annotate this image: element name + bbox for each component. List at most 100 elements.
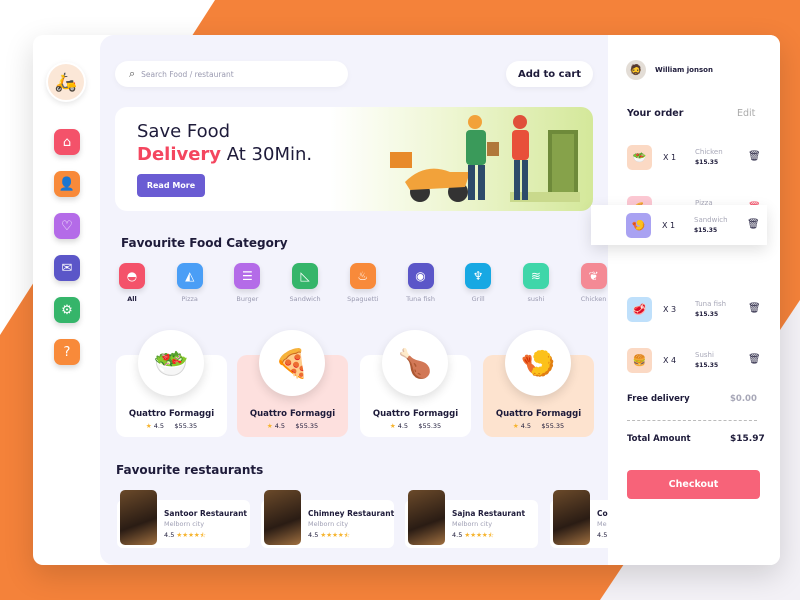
- settings-icon[interactable]: ⚙: [54, 297, 80, 323]
- free-delivery-value: $0.00: [730, 394, 757, 404]
- avatar[interactable]: 🧔: [626, 60, 646, 80]
- order-item-image: 🥩: [627, 297, 652, 322]
- food-price: $55.35: [295, 422, 319, 430]
- app-window: 🛵 ⌂ 👤 ♡ ✉ ⚙ ? ⌕ Search Food / restaurant …: [33, 35, 780, 565]
- search-placeholder: Search Food / restaurant: [141, 69, 234, 79]
- food-card[interactable]: 🍕 Quattro Formaggi ★ 4.5 $55.35: [237, 330, 348, 437]
- star-icon: ★: [266, 422, 273, 430]
- order-qty: X 4: [663, 356, 677, 365]
- restaurant-rating: 4.5 ★★★★⯪: [164, 531, 206, 542]
- category-8[interactable]: ❦ Chicken: [569, 263, 608, 303]
- food-meta: ★ 4.5 $55.35: [237, 422, 348, 430]
- edit-button[interactable]: Edit: [737, 108, 755, 119]
- read-more-button[interactable]: Read More: [137, 174, 205, 197]
- trash-icon[interactable]: 🗑: [748, 354, 761, 365]
- order-item-name: Sandwich: [694, 216, 728, 224]
- categories-title: Favourite Food Category: [121, 236, 288, 250]
- category-7[interactable]: ≋ sushi: [511, 263, 561, 303]
- order-item-image: 🍔: [627, 348, 652, 373]
- order-panel: 🧔 William jonson Your order Edit 🥗 X 1 C…: [608, 35, 780, 565]
- food-name: Quattro Formaggi: [495, 409, 582, 419]
- heart-icon[interactable]: ♡: [54, 213, 80, 239]
- restaurant-city: Me: [597, 520, 607, 528]
- food-price: $55.35: [174, 422, 198, 430]
- restaurant-card[interactable]: Co Me 4.5 ★★★★⯪: [550, 490, 608, 548]
- trash-icon[interactable]: 🗑: [748, 303, 761, 314]
- order-qty: X 1: [662, 221, 676, 230]
- category-label: Grill: [471, 295, 485, 303]
- category-5[interactable]: ◉ Tuna fish: [396, 263, 446, 303]
- trash-icon[interactable]: 🗑: [747, 219, 760, 230]
- search-input[interactable]: ⌕ Search Food / restaurant: [115, 61, 348, 87]
- rating-value: 4.5: [308, 531, 319, 539]
- logo[interactable]: 🛵: [46, 62, 86, 102]
- home-icon[interactable]: ⌂: [54, 129, 80, 155]
- food-card[interactable]: 🥗 Quattro Formaggi ★ 4.5 $55.35: [116, 330, 227, 437]
- star-icon: ★: [512, 422, 519, 430]
- chicken-icon: ❦: [580, 263, 607, 289]
- user-icon[interactable]: 👤: [54, 171, 80, 197]
- category-3[interactable]: ◺ Sandwich: [280, 263, 330, 303]
- mail-icon[interactable]: ✉: [54, 255, 80, 281]
- order-item[interactable]: 🍔 X 4 Sushi $15.35 🗑: [608, 340, 780, 380]
- restaurant-city: Melborn city: [452, 520, 493, 528]
- free-delivery-label: Free delivery: [627, 394, 690, 404]
- fish-icon: ◉: [407, 263, 434, 289]
- category-1[interactable]: ◭ Pizza: [165, 263, 215, 303]
- trash-icon[interactable]: 🗑: [748, 151, 761, 162]
- restaurant-city: Melborn city: [308, 520, 349, 528]
- restaurant-image: [120, 490, 157, 545]
- order-item-image: 🍤: [626, 213, 651, 238]
- banner-subtitle: Delivery At 30Min.: [137, 144, 312, 165]
- food-image: 🥗: [138, 330, 204, 396]
- order-qty: X 3: [663, 305, 677, 314]
- order-item[interactable]: 🥗 X 1 Chicken $15.35 🗑: [608, 137, 780, 177]
- restaurant-card[interactable]: Santoor Restaurant Melborn city 4.5 ★★★★…: [117, 490, 250, 548]
- restaurant-name: Chimney Restaurant: [308, 509, 395, 518]
- category-label: Tuna fish: [406, 295, 435, 303]
- main-content: ⌕ Search Food / restaurant Add to cart Sa…: [100, 35, 608, 565]
- order-title: Your order: [627, 108, 684, 119]
- sidebar: 🛵 ⌂ 👤 ♡ ✉ ⚙ ?: [33, 35, 100, 565]
- food-image: 🍗: [382, 330, 448, 396]
- user-name: William jonson: [655, 66, 713, 74]
- food-meta: ★ 4.5 $55.35: [360, 422, 471, 430]
- banner-title: Save Food: [137, 121, 231, 142]
- promo-banner: Save Food Delivery At 30Min. Read More: [115, 107, 593, 211]
- divider: [627, 420, 757, 421]
- food-image: 🍕: [259, 330, 325, 396]
- burger-icon: ☰: [234, 263, 261, 289]
- order-item-dragging[interactable]: 🍤 X 1 Sandwich $15.35 🗑: [591, 205, 767, 245]
- order-item[interactable]: 🥩 X 3 Tuna fish $15.35 🗑: [608, 289, 780, 329]
- star-icon: ★: [145, 422, 152, 430]
- food-name: Quattro Formaggi: [249, 409, 336, 419]
- order-item-name: Sushi: [695, 351, 714, 359]
- order-item-price: $15.35: [695, 362, 719, 369]
- total-label: Total Amount: [627, 434, 691, 444]
- order-item-price: $15.35: [695, 311, 719, 318]
- order-item-price: $15.35: [694, 227, 718, 234]
- restaurant-card[interactable]: Sajna Restaurant Melborn city 4.5 ★★★★⯪: [405, 490, 538, 548]
- category-label: All: [127, 295, 137, 303]
- order-qty: X 1: [663, 153, 677, 162]
- sandwich-icon: ◺: [292, 263, 319, 289]
- cloche-icon: ◓: [119, 263, 145, 289]
- restaurant-image: [264, 490, 301, 545]
- order-item-price: $15.35: [695, 159, 719, 166]
- category-2[interactable]: ☰ Burger: [222, 263, 272, 303]
- food-card[interactable]: 🍗 Quattro Formaggi ★ 4.5 $55.35: [360, 330, 471, 437]
- checkout-button[interactable]: Checkout: [627, 470, 760, 499]
- category-0[interactable]: ◓ All: [107, 263, 157, 303]
- food-rating: 4.5: [397, 422, 409, 430]
- category-4[interactable]: ♨ Spaguetti: [338, 263, 388, 303]
- food-name: Quattro Formaggi: [128, 409, 215, 419]
- category-6[interactable]: ♆ Grill: [453, 263, 503, 303]
- category-label: Spaguetti: [347, 295, 379, 303]
- food-card[interactable]: 🍤 Quattro Formaggi ★ 4.5 $55.35: [483, 330, 594, 437]
- restaurant-card[interactable]: Chimney Restaurant Melborn city 4.5 ★★★★…: [261, 490, 395, 548]
- help-icon[interactable]: ?: [54, 339, 80, 365]
- add-to-cart-button[interactable]: Add to cart: [506, 61, 593, 87]
- food-meta: ★ 4.5 $55.35: [483, 422, 594, 430]
- rating-value: 4.5: [597, 531, 608, 539]
- restaurant-image: [553, 490, 590, 545]
